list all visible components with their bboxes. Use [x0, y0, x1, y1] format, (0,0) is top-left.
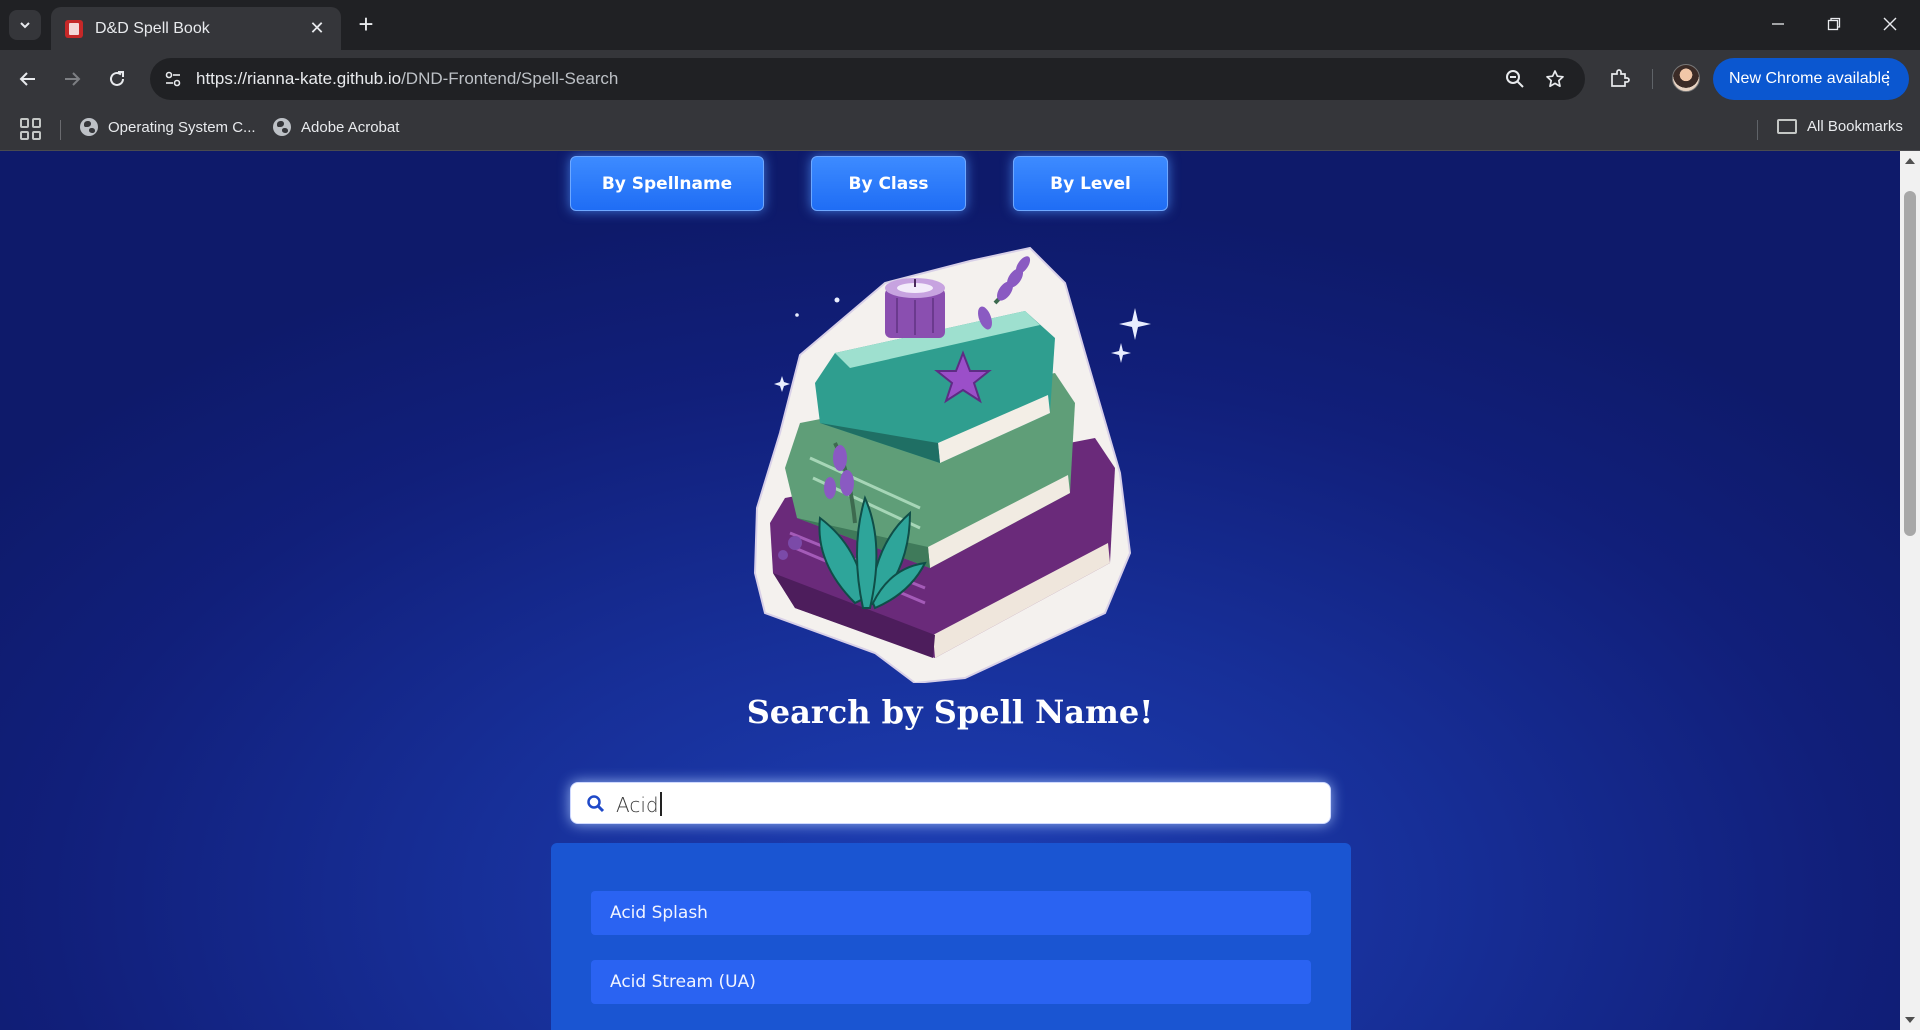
close-window-button[interactable] — [1862, 0, 1918, 48]
globe-icon — [80, 118, 98, 136]
bookmark-adobe-acrobat[interactable]: Adobe Acrobat — [273, 118, 399, 136]
by-spellname-button[interactable]: By Spellname — [570, 156, 764, 211]
zoom-icon[interactable] — [1503, 67, 1527, 91]
page-viewport: By Spellname By Class By Level Search by… — [0, 151, 1900, 1030]
result-item-acid-stream[interactable]: Acid Stream (UA) — [591, 960, 1311, 1004]
candle-icon — [885, 278, 945, 338]
bookmark-label: Adobe Acrobat — [301, 118, 400, 136]
back-button[interactable] — [12, 63, 44, 95]
search-icon — [587, 795, 605, 813]
browser-toolbar: https://rianna-kate.github.io/DND-Fronte… — [0, 50, 1920, 108]
url-path: /DND-Frontend/Spell-Search — [401, 69, 619, 88]
by-class-button[interactable]: By Class — [811, 156, 966, 211]
minimize-button[interactable] — [1750, 0, 1806, 48]
all-bookmarks-label: All Bookmarks — [1807, 118, 1903, 135]
scroll-up-arrow-icon[interactable] — [1905, 158, 1915, 164]
site-info-icon[interactable] — [160, 66, 186, 92]
globe-icon — [273, 118, 291, 136]
text-caret — [659, 792, 662, 816]
tab-search-button[interactable] — [9, 10, 41, 40]
scrollbar-thumb[interactable] — [1904, 191, 1916, 536]
tab-strip: D&D Spell Book ✕ + — [0, 0, 1920, 50]
bookmarks-divider — [1757, 120, 1758, 140]
update-label: New Chrome available — [1729, 70, 1890, 87]
extensions-button[interactable] — [1605, 65, 1633, 93]
chevron-down-icon — [20, 22, 30, 29]
new-tab-plus-icon[interactable]: + — [352, 11, 380, 39]
bookmark-operating-system[interactable]: Operating System C... — [80, 118, 256, 136]
address-bar[interactable]: https://rianna-kate.github.io/DND-Fronte… — [150, 58, 1585, 100]
bookmark-label: Operating System C... — [108, 118, 256, 136]
restore-button[interactable] — [1806, 0, 1862, 48]
reload-button[interactable] — [101, 63, 133, 95]
page-title: Search by Spell Name! — [746, 693, 1154, 731]
result-item-acid-splash[interactable]: Acid Splash — [591, 891, 1311, 935]
folder-icon — [1777, 119, 1797, 134]
url-text: https://rianna-kate.github.io/DND-Fronte… — [196, 69, 618, 89]
url-domain: https://rianna-kate.github.io — [196, 69, 402, 88]
profile-avatar[interactable] — [1672, 64, 1700, 92]
close-icon — [1883, 17, 1897, 31]
search-input-value: Acid — [616, 792, 662, 817]
book-favicon-icon — [65, 19, 83, 38]
arrow-right-icon — [65, 72, 81, 86]
toolbar-divider — [1652, 69, 1653, 89]
forward-button[interactable] — [56, 63, 88, 95]
spell-search-input[interactable]: Acid — [570, 782, 1331, 824]
scroll-down-arrow-icon[interactable] — [1905, 1017, 1915, 1023]
all-bookmarks-button[interactable]: All Bookmarks — [1777, 118, 1903, 135]
reload-icon — [110, 71, 124, 86]
more-vert-icon: ⋮ — [1879, 68, 1897, 88]
puzzle-icon — [1611, 69, 1630, 87]
close-tab-icon[interactable]: ✕ — [307, 18, 327, 39]
minimize-icon — [1772, 23, 1784, 25]
arrow-left-icon — [19, 72, 35, 86]
apps-grid-icon[interactable] — [20, 118, 42, 140]
active-tab[interactable]: D&D Spell Book ✕ — [51, 7, 341, 50]
bookmark-star-icon[interactable] — [1543, 67, 1567, 91]
spellbook-stack-illustration — [753, 246, 1151, 683]
search-results-panel: Acid Splash Acid Stream (UA) — [551, 843, 1351, 1030]
chrome-update-button[interactable]: New Chrome available ⋮ — [1713, 58, 1909, 100]
restore-icon — [1827, 17, 1841, 31]
bookmarks-divider — [60, 120, 61, 140]
tab-title: D&D Spell Book — [95, 19, 210, 37]
page-scrollbar[interactable] — [1900, 151, 1920, 1030]
by-level-button[interactable]: By Level — [1013, 156, 1168, 211]
bookmarks-bar: Operating System C... Adobe Acrobat All … — [0, 108, 1920, 151]
